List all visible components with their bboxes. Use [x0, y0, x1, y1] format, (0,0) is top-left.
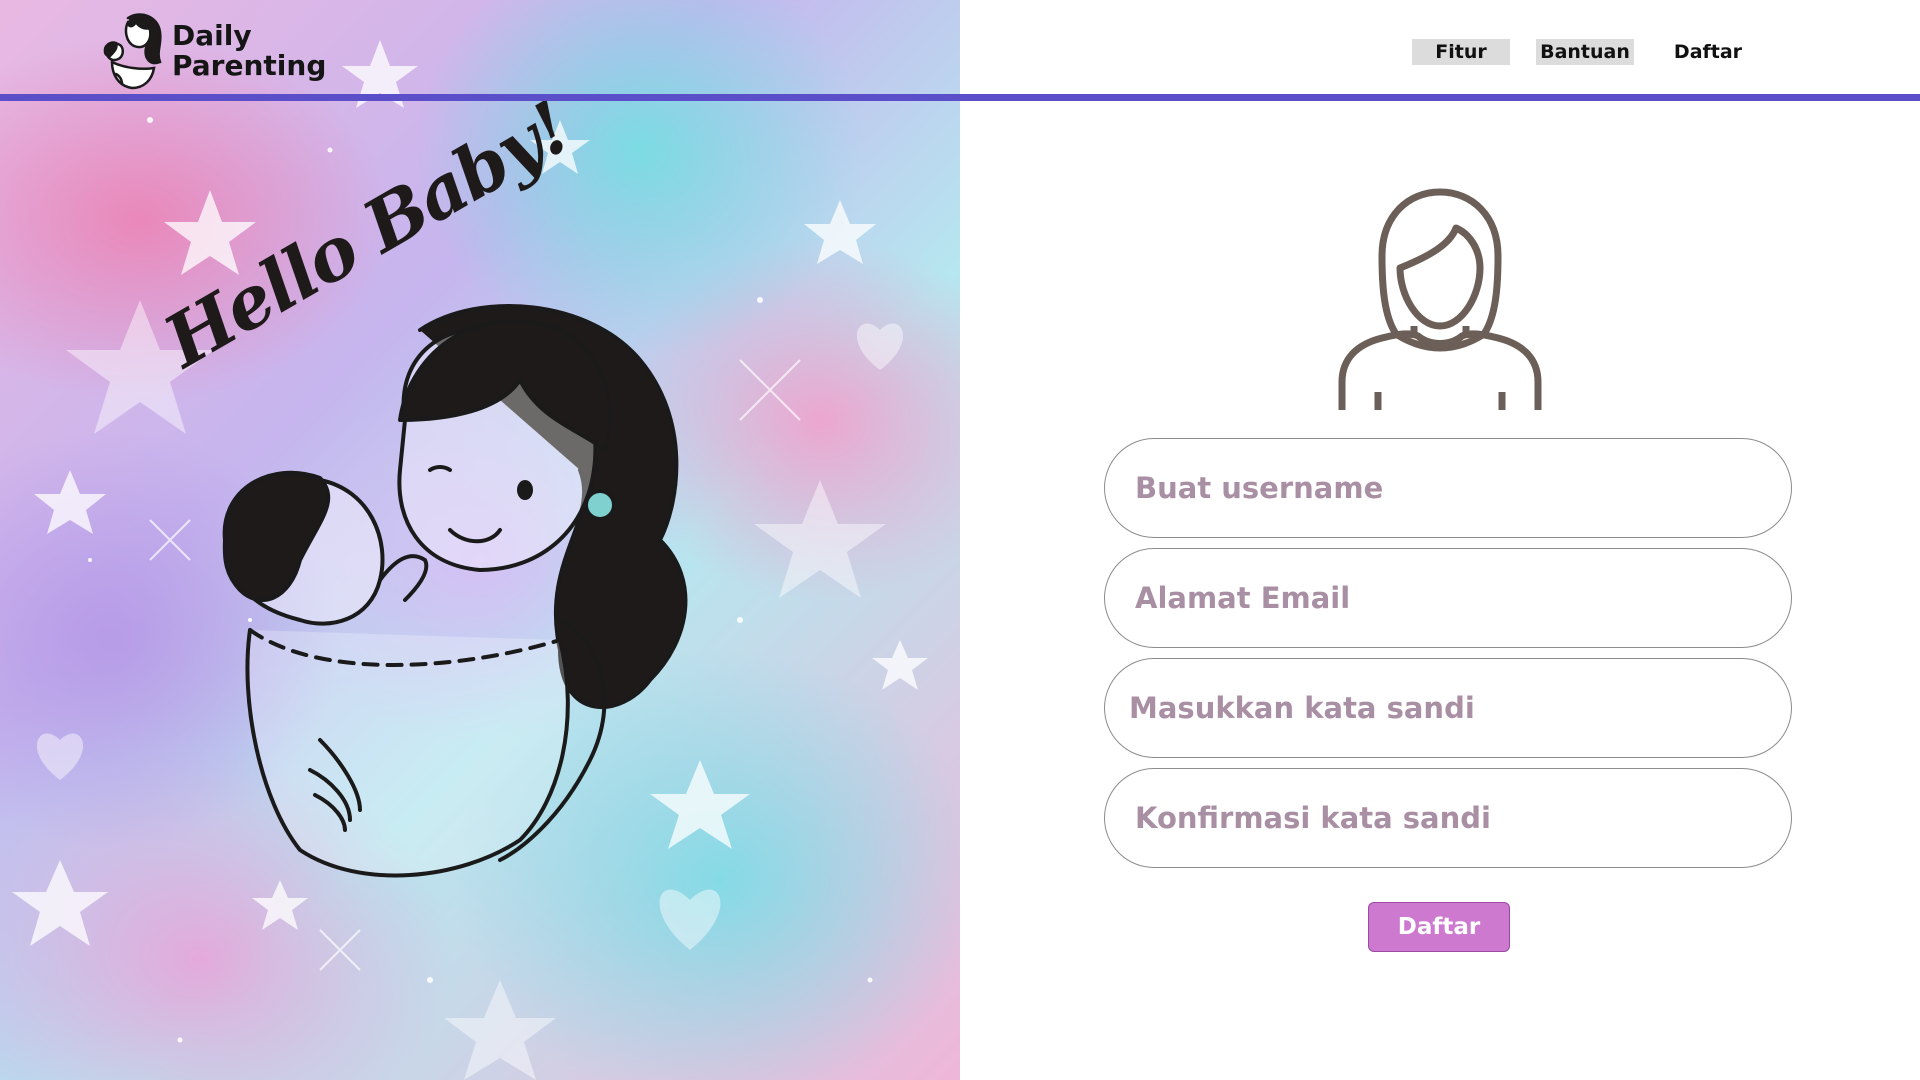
password-input[interactable]: [1105, 678, 1791, 738]
nav-daftar[interactable]: Daftar: [1662, 39, 1754, 65]
brand-name-line2: Parenting: [172, 49, 327, 82]
site-header: Daily Parenting Fitur Bantuan Daftar: [0, 0, 1920, 101]
register-page: Hello Baby! Daily Parenting Fitur Bantua…: [0, 0, 1920, 1080]
woman-avatar-icon: [1338, 188, 1542, 410]
brand-name-line1: Daily: [172, 19, 252, 52]
email-input[interactable]: [1105, 568, 1791, 628]
confirm-password-field: [1104, 768, 1792, 868]
username-input[interactable]: [1105, 458, 1791, 518]
username-field: [1104, 438, 1792, 538]
mother-baby-illustration: [222, 304, 688, 878]
mother-baby-logo-icon: [103, 13, 162, 90]
password-field: [1104, 658, 1792, 758]
nav-bantuan[interactable]: Bantuan: [1536, 39, 1634, 65]
email-field: [1104, 548, 1792, 648]
brand-name: Daily Parenting: [172, 21, 326, 81]
brand-logo[interactable]: Daily Parenting: [98, 8, 326, 94]
hero-panel: Hello Baby!: [0, 0, 960, 1080]
nav-fitur[interactable]: Fitur: [1412, 39, 1510, 65]
confirm-password-input[interactable]: [1105, 788, 1791, 848]
daftar-submit-button[interactable]: Daftar: [1368, 902, 1510, 952]
header-divider: [0, 94, 1920, 101]
